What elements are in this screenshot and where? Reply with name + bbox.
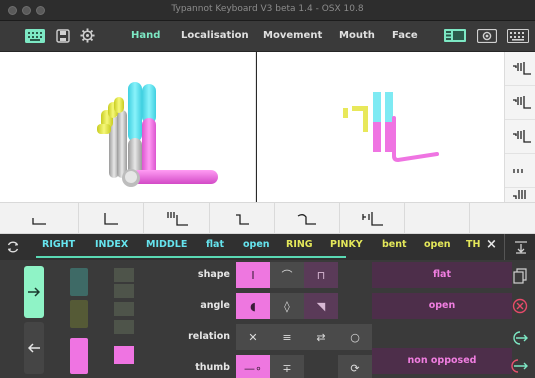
hand-3d-model (97, 82, 218, 187)
relation-value (372, 324, 512, 350)
glyph-candidate[interactable] (470, 203, 535, 234)
glyph-candidate[interactable] (144, 203, 210, 234)
window-title: Typannot Keyboard V3 beta 1.4 - OSX 10.8 (171, 4, 364, 14)
tab-localisation[interactable]: Localisation (181, 30, 249, 41)
glyph-candidate[interactable] (275, 203, 340, 234)
glyph-history-item[interactable] (505, 52, 535, 86)
previous-button[interactable] (24, 322, 44, 374)
glyph-history-item[interactable] (505, 120, 535, 154)
save-icon[interactable] (54, 27, 72, 44)
token-item[interactable]: RING (286, 239, 313, 250)
typannot-glyph (343, 92, 439, 163)
row-label-angle: angle (200, 300, 230, 311)
token-item[interactable]: RIGHT (42, 239, 75, 250)
token-item[interactable]: open (424, 239, 451, 250)
thumb-option-opposed[interactable]: ∓ (270, 355, 304, 378)
active-token-underline (36, 256, 346, 258)
copy-icon[interactable] (508, 264, 532, 288)
finger-swatch-cyan[interactable] (70, 268, 88, 296)
keyboard-icon[interactable] (24, 27, 46, 44)
glyph-history-item[interactable] (505, 154, 535, 188)
finger-swatch-yellow[interactable] (70, 300, 88, 328)
glyph-candidates-strip (0, 202, 535, 234)
gear-icon[interactable] (78, 27, 96, 44)
clear-tokens-button[interactable]: × (486, 237, 497, 252)
tab-movement[interactable]: Movement (263, 30, 322, 41)
angle-option-middle[interactable]: ◊ (270, 293, 304, 319)
divider (504, 234, 505, 260)
token-item[interactable]: open (243, 239, 270, 250)
tab-hand[interactable]: Hand (131, 30, 160, 41)
glyph-history-item[interactable] (505, 86, 535, 120)
token-item[interactable]: TH (466, 239, 480, 250)
hand-3d-view[interactable] (0, 52, 256, 202)
delete-icon[interactable] (508, 294, 532, 318)
typannot-app: Typannot Keyboard V3 beta 1.4 - OSX 10.8… (0, 0, 535, 378)
row-label-relation: relation (188, 331, 230, 342)
hand-parameters-panel: shape I ⌒ ⊓ flat angle ◖ ◊ ◥ open relati… (0, 260, 535, 378)
glyph-candidate[interactable] (405, 203, 470, 234)
relation-option-together[interactable]: ≡ (270, 324, 304, 350)
next-button[interactable] (24, 266, 44, 318)
shape-option-flat[interactable]: I (236, 262, 270, 288)
finger-group-icon-selected[interactable] (114, 346, 134, 364)
finger-swatch-magenta[interactable] (70, 338, 88, 374)
shape-option-curved[interactable]: ⌒ (270, 262, 304, 288)
token-item[interactable]: MIDDLE (146, 239, 187, 250)
finger-group-icon[interactable] (114, 268, 134, 282)
layout-toggle-icon[interactable] (443, 27, 467, 44)
refresh-icon[interactable] (6, 239, 22, 255)
glyph-candidate[interactable] (340, 203, 405, 234)
glyph-candidate[interactable] (0, 203, 79, 234)
thumb-option-contact[interactable]: ⟳ (338, 355, 372, 378)
row-label-thumb: thumb (195, 362, 230, 373)
token-item[interactable]: bent (382, 239, 407, 250)
tab-face[interactable]: Face (392, 30, 418, 41)
tab-mouth[interactable]: Mouth (339, 30, 375, 41)
glyph-history-sidebar (504, 52, 535, 202)
toolbar: Hand Localisation Movement Mouth Face (0, 21, 535, 52)
angle-option-closed[interactable]: ◥ (304, 293, 338, 319)
relation-option-cross[interactable]: ✕ (236, 324, 270, 350)
finger-group-icon[interactable] (114, 302, 134, 316)
angle-value: open (372, 293, 512, 319)
shape-option-bent[interactable]: ⊓ (304, 262, 338, 288)
finger-group-icon[interactable] (114, 320, 134, 334)
relation-option-spread[interactable]: ⇄ (304, 324, 338, 350)
row-label-shape: shape (197, 269, 230, 280)
shape-value: flat (372, 262, 512, 288)
token-item[interactable]: INDEX (95, 239, 128, 250)
keyboard-mini-icon[interactable] (506, 27, 530, 44)
thumb-value: non opposed (372, 348, 512, 374)
camera-icon[interactable] (476, 27, 498, 44)
relation-option-circle[interactable]: ○ (338, 324, 372, 350)
angle-option-open[interactable]: ◖ (236, 293, 270, 319)
send-icon[interactable] (508, 354, 532, 378)
glyph-candidate[interactable] (210, 203, 275, 234)
glyph-preview (257, 52, 504, 202)
title-bar: Typannot Keyboard V3 beta 1.4 - OSX 10.8 (0, 0, 535, 21)
glyph-history-item[interactable] (505, 188, 535, 202)
export-icon[interactable] (514, 239, 530, 255)
token-item[interactable]: flat (206, 239, 224, 250)
token-item[interactable]: PINKY (330, 239, 363, 250)
thumb-option-non-opposed[interactable]: —∘ (236, 355, 270, 378)
glyph-candidate[interactable] (79, 203, 144, 234)
insert-icon[interactable] (508, 326, 532, 350)
finger-group-icon[interactable] (114, 284, 134, 298)
